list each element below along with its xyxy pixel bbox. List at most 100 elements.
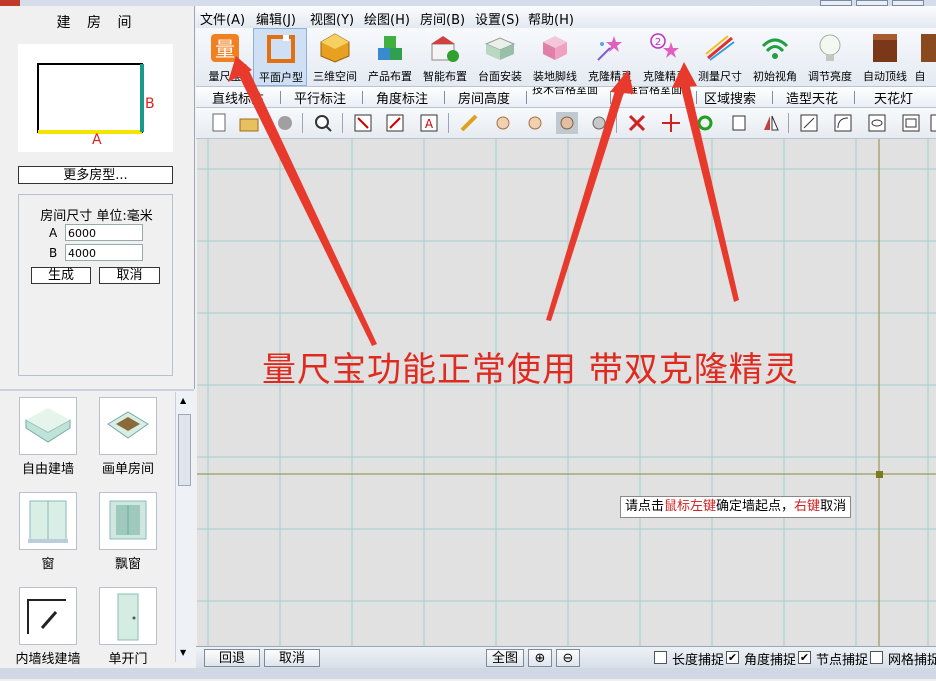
tab-region-search[interactable]: 区域搜索 xyxy=(704,88,756,107)
room-shape-preview[interactable]: A B xyxy=(18,44,173,152)
more-room-types-button[interactable]: 更多房型... xyxy=(18,166,173,184)
room-size-label: 房间尺寸 单位:毫米 xyxy=(40,209,153,224)
preview-label-b: B xyxy=(145,96,155,112)
tab-shaped-ceiling[interactable]: 造型天花 xyxy=(786,88,838,107)
auto-button[interactable]: 自 xyxy=(913,28,936,86)
tab-room-height[interactable]: 房间高度 xyxy=(458,88,510,107)
3d-space-button[interactable]: 三维空间 xyxy=(308,28,362,86)
pointer-draw-icon[interactable] xyxy=(524,112,546,134)
product-layout-icon xyxy=(378,36,402,60)
full-view-button[interactable]: 全图 xyxy=(486,649,524,667)
clone-wizard-button[interactable]: 克隆精灵 xyxy=(583,28,637,86)
library-item-single-door[interactable]: 单开门 xyxy=(88,587,168,667)
tab-standard-qualified-room[interactable]: 标准合格室面 xyxy=(616,87,690,95)
angle-snap-checkbox[interactable]: ✔ xyxy=(726,651,739,664)
library-item-window[interactable]: 窗 xyxy=(8,492,88,572)
room-width-b-input[interactable]: 4000 xyxy=(65,244,143,261)
generate-button[interactable]: 生成 xyxy=(31,267,91,284)
countertop-button[interactable]: 台面安装 xyxy=(473,28,527,86)
tab-parallel-dimension[interactable]: 平行标注 xyxy=(294,88,346,107)
grid-snap-checkbox[interactable] xyxy=(870,651,883,664)
menu-room[interactable]: 房间(B) xyxy=(420,9,465,28)
tab-angle-dimension[interactable]: 角度标注 xyxy=(376,88,428,107)
library-scrollbar[interactable]: ▲ ▼ xyxy=(175,392,193,662)
menu-help[interactable]: 帮助(H) xyxy=(528,9,574,28)
refresh-icon[interactable] xyxy=(694,112,716,134)
initial-view-button[interactable]: 初始视角 xyxy=(748,28,802,86)
hand-tool-icon[interactable] xyxy=(274,112,296,134)
menu-draw[interactable]: 绘图(H) xyxy=(364,9,410,28)
library-item-inner-wall-line[interactable]: 内墙线建墙 xyxy=(8,587,88,667)
rotate-tool-icon[interactable] xyxy=(588,112,610,134)
preview-label-a: A xyxy=(92,132,102,148)
field-a-label: A xyxy=(49,226,58,240)
annotation-tabs: 直线标注 平行标注 角度标注 房间高度 技术合格室面 标准合格室面 区域搜索 造… xyxy=(196,87,936,108)
undo-button[interactable]: 回退 xyxy=(204,649,260,667)
measure-button[interactable]: 测量尺寸 xyxy=(693,28,747,86)
draw-ellipse-icon[interactable] xyxy=(866,112,888,134)
tab-ceiling-light[interactable]: 天花灯 xyxy=(874,88,913,107)
smart-layout-button[interactable]: 智能布置 xyxy=(418,28,472,86)
move-icon[interactable] xyxy=(660,112,682,134)
zoom-window-icon[interactable] xyxy=(352,112,374,134)
room-length-a-input[interactable]: 6000 xyxy=(65,224,143,241)
menu-edit[interactable]: 编辑(J) xyxy=(256,9,296,28)
status-cancel-button[interactable]: 取消 xyxy=(264,649,320,667)
svg-text:A: A xyxy=(425,117,434,131)
floor-plan-icon xyxy=(267,35,295,63)
baseboard-icon xyxy=(543,36,567,60)
pencil-tool-icon[interactable] xyxy=(458,112,480,134)
draw-polygon-icon[interactable] xyxy=(928,112,936,134)
clone-wizard-2-button[interactable]: 2 克隆精灵 xyxy=(638,28,692,86)
library-item-bay-window[interactable]: 飘窗 xyxy=(88,492,168,572)
product-layout-button[interactable]: 产品布置 xyxy=(363,28,417,86)
grid-snap-label: 网格捕捉 xyxy=(888,653,936,668)
library-item-free-wall[interactable]: 自由建墙 xyxy=(8,397,88,477)
draw-rect-icon[interactable] xyxy=(900,112,922,134)
delete-icon[interactable] xyxy=(626,112,648,134)
status-tooltip: 请点击鼠标左键确定墙起点，右键取消 xyxy=(620,496,852,518)
zoom-out-icon[interactable]: ⊖ xyxy=(556,649,580,667)
auto-top-line-button[interactable]: 自动顶线 xyxy=(858,28,912,86)
room-size-group: 房间尺寸 单位:毫米 A 6000 B 4000 生成 取消 xyxy=(18,194,173,376)
cancel-button[interactable]: 取消 xyxy=(99,267,160,284)
drawing-canvas[interactable] xyxy=(197,139,936,646)
bay-window-icon xyxy=(99,492,157,550)
menu-view[interactable]: 视图(Y) xyxy=(310,9,354,28)
single-door-icon xyxy=(99,587,157,645)
annotation-caption: 量尺宝功能正常使用 带双克隆精灵 xyxy=(262,350,799,390)
select-tool-icon[interactable] xyxy=(556,112,578,134)
tab-linear-dimension[interactable]: 直线标注 xyxy=(212,88,264,107)
brightness-button[interactable]: 调节亮度 xyxy=(803,28,857,86)
library-item-single-room[interactable]: 画单房间 xyxy=(88,397,168,477)
menu-file[interactable]: 文件(A) xyxy=(200,9,245,28)
draw-arc-icon[interactable] xyxy=(832,112,854,134)
field-b-label: B xyxy=(49,246,58,260)
component-library: 自由建墙 画单房间 窗 飘窗 内墙线建墙 单开门 xyxy=(0,389,194,681)
text-tool-icon[interactable]: A xyxy=(418,112,440,134)
window-icon xyxy=(19,492,77,550)
canvas-grid xyxy=(197,139,936,646)
new-file-icon[interactable] xyxy=(208,112,230,134)
scroll-up-icon[interactable]: ▲ xyxy=(180,396,186,405)
hand-draw-icon[interactable] xyxy=(492,112,514,134)
room-builder-panel: 建 房 间 A B 更多房型... 房间尺寸 单位:毫米 A 6000 B 40… xyxy=(0,6,195,389)
menu-settings[interactable]: 设置(S) xyxy=(475,9,519,28)
copy-icon[interactable] xyxy=(728,112,750,134)
floor-plan-button[interactable]: 平面户型 xyxy=(253,28,307,86)
tab-tech-qualified-room[interactable]: 技术合格室面 xyxy=(532,87,606,95)
node-snap-checkbox[interactable]: ✔ xyxy=(798,651,811,664)
open-folder-icon[interactable] xyxy=(238,112,260,134)
zoom-extents-icon[interactable] xyxy=(384,112,406,134)
ruler-treasure-button[interactable]: 量 量尺宝 xyxy=(198,28,252,86)
svg-text:2: 2 xyxy=(655,37,661,48)
baseboard-button[interactable]: 装地脚线 xyxy=(528,28,582,86)
mirror-icon[interactable] xyxy=(760,112,782,134)
scroll-down-icon[interactable]: ▼ xyxy=(180,648,186,657)
draw-line-icon[interactable] xyxy=(798,112,820,134)
scrollbar-thumb[interactable] xyxy=(178,414,191,486)
zoom-in-icon[interactable]: ⊕ xyxy=(528,649,552,667)
brightness-icon xyxy=(819,34,841,61)
zoom-tool-icon[interactable] xyxy=(312,112,334,134)
length-snap-checkbox[interactable] xyxy=(654,651,667,664)
